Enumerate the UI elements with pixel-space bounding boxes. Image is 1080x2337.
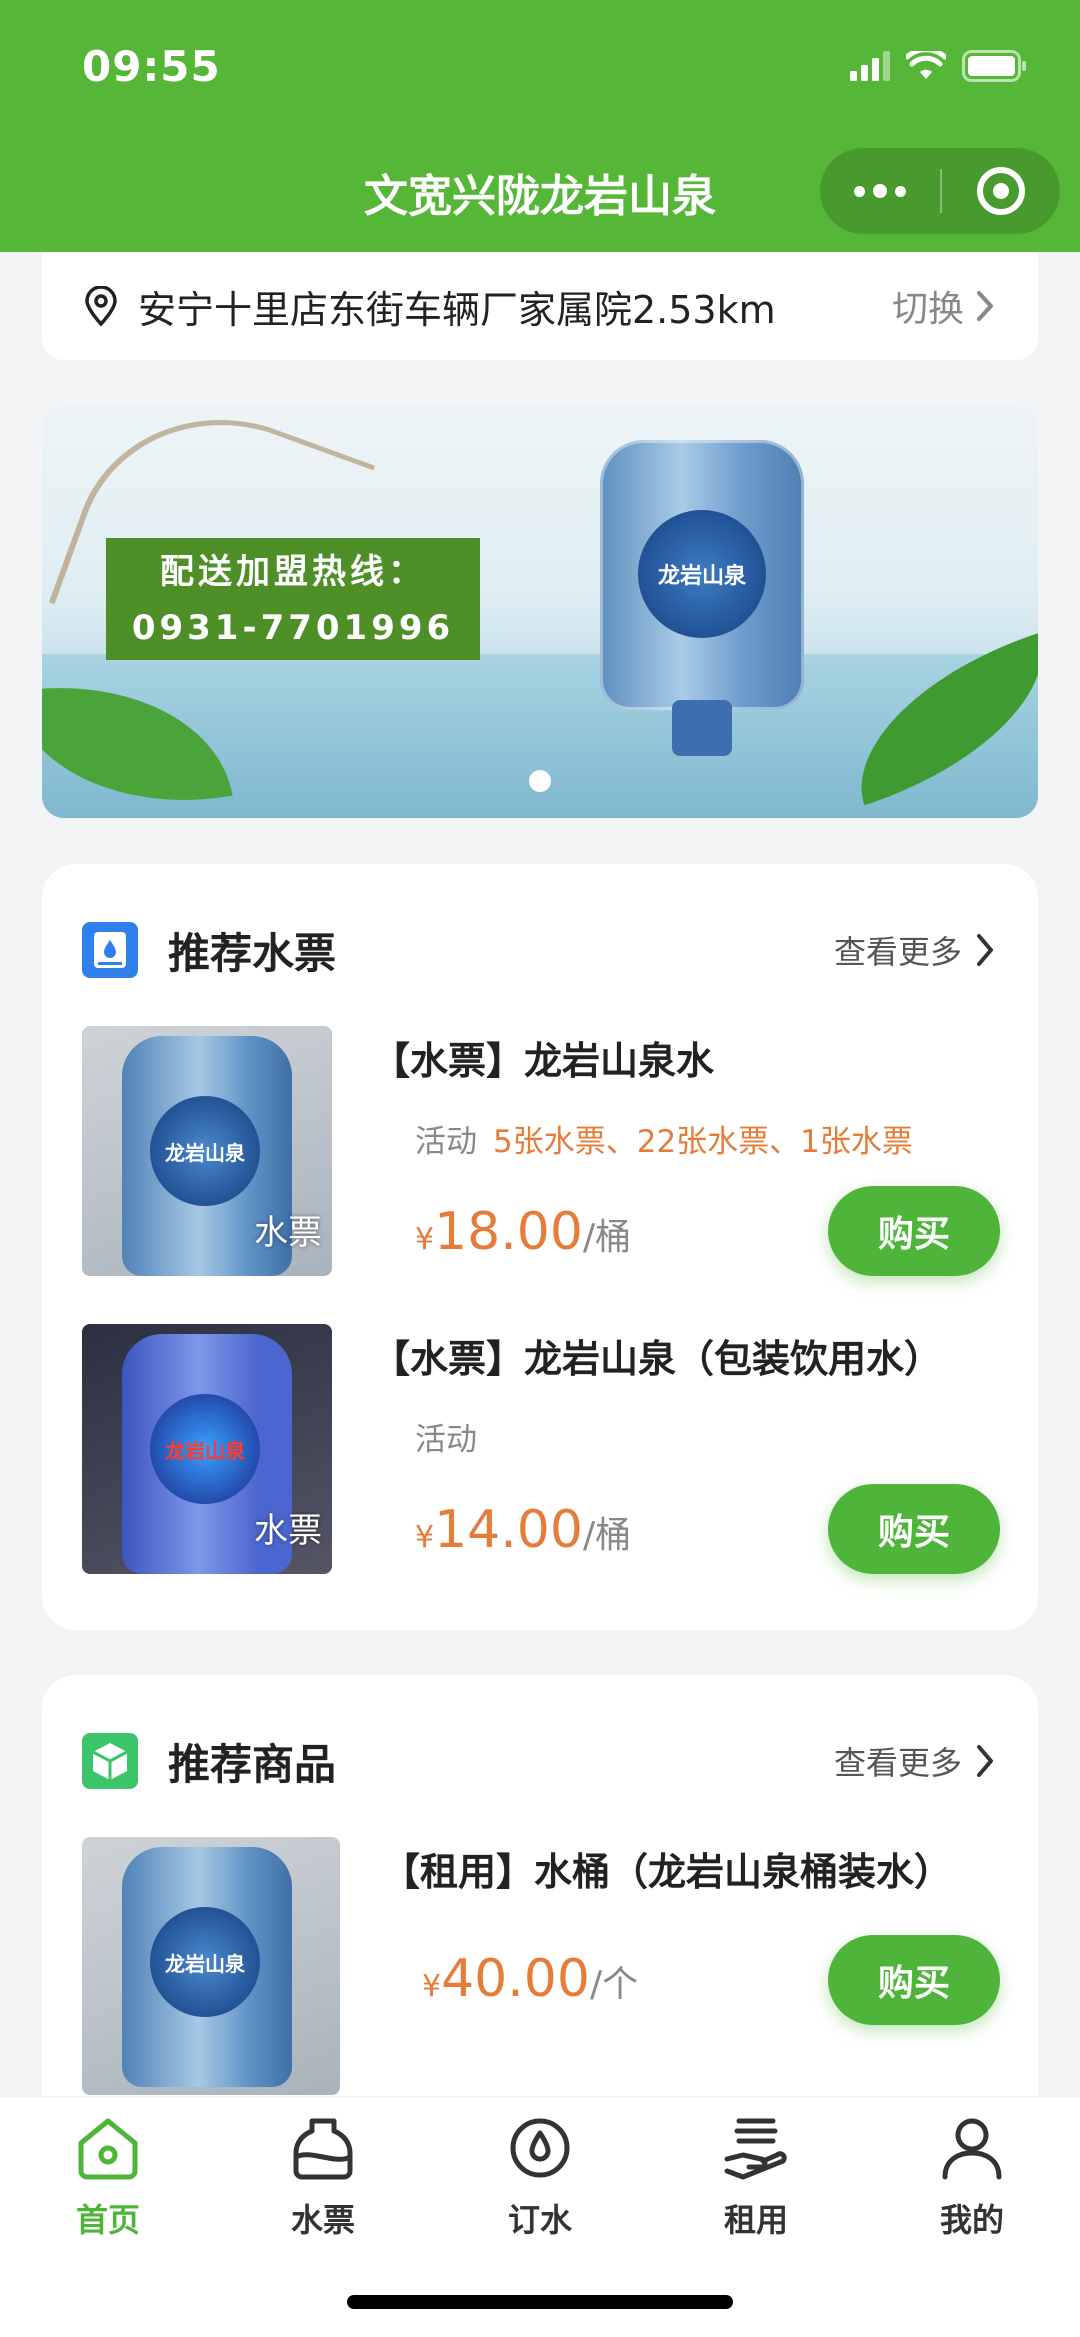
promo-value: 5张水票、22张水票、1张水票 <box>493 1124 913 1160</box>
chevron-right-icon <box>977 1745 993 1777</box>
jug-brand-label: 龙岩山泉 <box>150 1907 260 2017</box>
status-time: 09:55 <box>82 42 221 91</box>
product-name: 【租用】水桶（龙岩山泉桶装水） <box>382 1850 953 1894</box>
promo-label: 活动 <box>415 1422 477 1458</box>
product-box-icon <box>82 1733 138 1789</box>
chevron-right-icon <box>977 291 993 321</box>
buy-button[interactable]: 购买 <box>828 1186 1000 1276</box>
tickets-title: 推荐水票 <box>168 928 337 978</box>
price-currency: ¥ <box>415 1520 435 1555</box>
ticket-item[interactable]: 龙岩山泉 水票 【水票】龙岩山泉（包装饮用水） 活动 ¥14.00/桶 购买 <box>82 1324 1000 1574</box>
ticket-promo: 活动 5张水票、22张水票、1张水票 <box>415 1116 913 1161</box>
tab-home[interactable]: 首页 <box>8 2115 208 2265</box>
ticket-name: 【水票】龙岩山泉（包装饮用水） <box>372 1337 943 1381</box>
products-view-more-label: 查看更多 <box>833 1744 962 1782</box>
more-dots-icon-right <box>895 185 906 197</box>
tab-label: 首页 <box>75 2201 140 2239</box>
recommended-tickets-card: 推荐水票 查看更多 龙岩山泉 水票 【水票】龙岩山泉水 活动 5张水票、22张水票… <box>42 864 1038 1630</box>
ticket-name: 【水票】龙岩山泉水 <box>372 1039 715 1083</box>
ticket-promo: 活动 <box>415 1414 493 1459</box>
rent-icon <box>724 2118 787 2180</box>
battery-icon <box>962 50 1026 82</box>
order-water-icon <box>510 2118 570 2178</box>
water-ticket-icon <box>293 2118 353 2180</box>
price-unit: /桶 <box>582 1217 632 1258</box>
ticket-price: ¥14.00/桶 <box>415 1500 631 1560</box>
tab-label: 租用 <box>723 2201 788 2239</box>
home-indicator[interactable] <box>347 2295 733 2309</box>
water-ticket-section-icon <box>82 922 138 978</box>
wifi-icon <box>906 51 946 79</box>
tab-rent[interactable]: 租用 <box>656 2115 856 2265</box>
products-view-more[interactable]: 查看更多 <box>834 1738 994 1784</box>
products-header: 推荐商品 查看更多 <box>82 1731 994 1791</box>
tab-label: 水票 <box>290 2201 355 2239</box>
chevron-right-icon <box>977 934 993 966</box>
header-bar: 09:55 文宽兴陇龙岩山泉 <box>0 0 1080 252</box>
jug-brand-label: 龙岩山泉 <box>150 1394 260 1504</box>
tab-label: 订水 <box>507 2201 572 2239</box>
product-price: ¥40.00/个 <box>422 1949 638 2009</box>
ticket-thumbnail: 龙岩山泉 水票 <box>82 1324 332 1574</box>
location-bar[interactable]: 安宁十里店东街车辆厂家属院2.53km 切换 <box>42 252 1038 360</box>
tickets-view-more[interactable]: 查看更多 <box>834 927 994 973</box>
ticket-tag: 水票 <box>254 1511 322 1551</box>
water-jug-image: 龙岩山泉 <box>122 1847 292 2087</box>
buy-button[interactable]: 购买 <box>828 1935 1000 2025</box>
promo-banner[interactable]: 配送加盟热线： 0931-7701996 龙岩山泉 <box>42 404 1038 818</box>
price-value: 14.00 <box>434 1500 583 1560</box>
price-unit: /桶 <box>582 1515 632 1556</box>
banner-pager-dot[interactable] <box>529 770 551 792</box>
tab-water-ticket[interactable]: 水票 <box>223 2115 423 2265</box>
ticket-thumbnail: 龙岩山泉 水票 <box>82 1026 332 1276</box>
ticket-tag: 水票 <box>254 1213 322 1253</box>
tab-label: 我的 <box>939 2201 1004 2239</box>
price-currency: ¥ <box>422 1969 442 2004</box>
tickets-view-more-label: 查看更多 <box>833 933 962 971</box>
promo-label: 活动 <box>415 1124 477 1160</box>
location-pin-icon <box>85 286 117 326</box>
price-value: 18.00 <box>434 1202 583 1262</box>
more-dots-icon-center <box>873 184 887 198</box>
price-unit: /个 <box>589 1964 639 2005</box>
mini-program-capsule <box>820 148 1060 234</box>
products-title: 推荐商品 <box>168 1739 337 1789</box>
ticket-item[interactable]: 龙岩山泉 水票 【水票】龙岩山泉水 活动 5张水票、22张水票、1张水票 ¥18.… <box>82 1026 1000 1276</box>
buy-button[interactable]: 购买 <box>828 1484 1000 1574</box>
water-bottle-image: 龙岩山泉 <box>600 440 804 756</box>
price-currency: ¥ <box>415 1222 435 1257</box>
recommended-products-card: 推荐商品 查看更多 龙岩山泉 【租用】水桶（龙岩山泉桶装水） ¥40.00/个 … <box>42 1675 1038 2145</box>
hotline-number: 0931-7701996 <box>131 608 455 648</box>
hotline-box: 配送加盟热线： 0931-7701996 <box>106 538 480 660</box>
price-value: 40.00 <box>441 1949 590 2009</box>
status-icons <box>850 50 1028 82</box>
close-program-button[interactable] <box>942 148 1060 234</box>
tab-order-water[interactable]: 订水 <box>440 2115 640 2265</box>
signal-icon <box>850 51 890 81</box>
bottle-cap <box>672 700 732 756</box>
home-icon <box>78 2118 138 2180</box>
location-address: 安宁十里店东街车辆厂家属院2.53km <box>138 287 776 332</box>
profile-icon <box>942 2118 1002 2180</box>
hotline-title: 配送加盟热线： <box>160 552 426 592</box>
ticket-price: ¥18.00/桶 <box>415 1202 631 1262</box>
more-dots-icon <box>854 185 865 197</box>
target-icon <box>977 167 1025 215</box>
product-thumbnail: 龙岩山泉 <box>82 1837 340 2095</box>
switch-location-button[interactable]: 切换 <box>892 280 994 332</box>
tickets-header: 推荐水票 查看更多 <box>82 920 994 980</box>
switch-label: 切换 <box>891 289 964 330</box>
tab-profile[interactable]: 我的 <box>872 2115 1072 2265</box>
bottle-brand-label: 龙岩山泉 <box>638 510 766 638</box>
more-menu-button[interactable] <box>820 148 940 234</box>
product-item[interactable]: 龙岩山泉 【租用】水桶（龙岩山泉桶装水） ¥40.00/个 购买 <box>82 1837 1000 2095</box>
jug-brand-label: 龙岩山泉 <box>150 1096 260 1206</box>
